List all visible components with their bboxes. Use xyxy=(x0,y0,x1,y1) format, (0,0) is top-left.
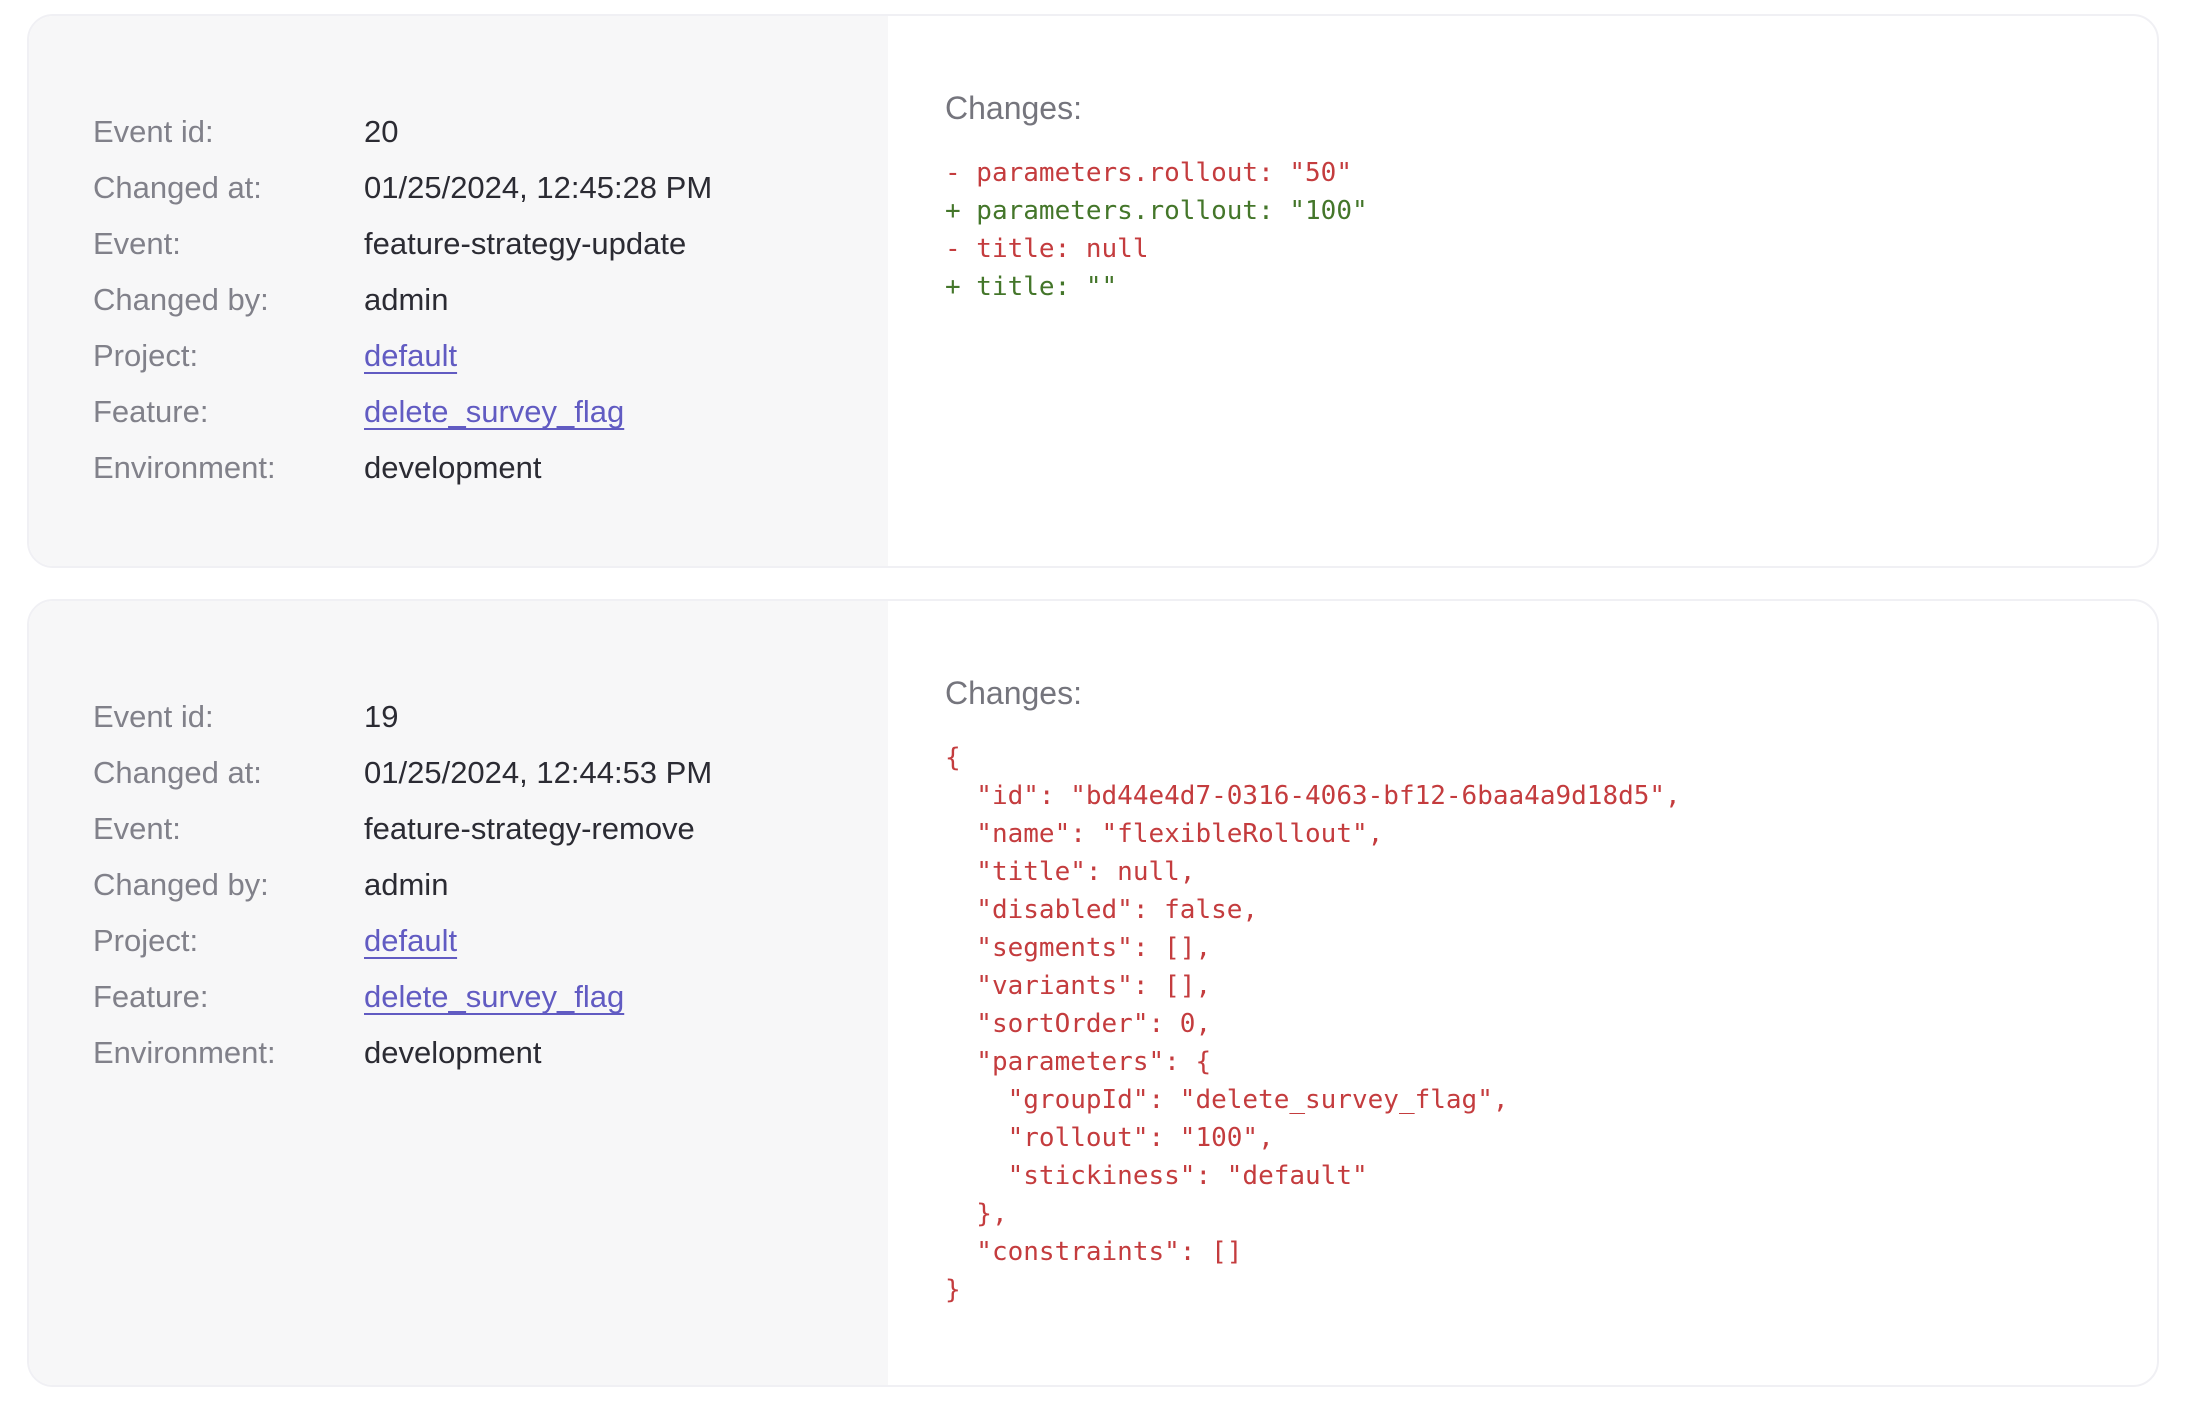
detail-value: 01/25/2024, 12:45:28 PM xyxy=(364,160,712,216)
diff-line-add: + title: "" xyxy=(945,268,2117,306)
event-card: Event id:19Changed at:01/25/2024, 12:44:… xyxy=(27,599,2159,1387)
project-link[interactable]: default xyxy=(364,328,457,384)
changes-code: { "id": "bd44e4d7-0316-4063-bf12-6baa4a9… xyxy=(945,739,2117,1309)
detail-value: development xyxy=(364,440,542,496)
detail-row: Environment:development xyxy=(93,1025,848,1081)
detail-label: Event id: xyxy=(93,689,364,745)
changes-label: Changes: xyxy=(945,86,2117,130)
detail-row: Changed by:admin xyxy=(93,272,848,328)
diff-line-sub: "rollout": "100", xyxy=(945,1119,2117,1157)
diff-line-sub: "variants": [], xyxy=(945,967,2117,1005)
detail-value: 20 xyxy=(364,104,398,160)
detail-label: Event: xyxy=(93,801,364,857)
detail-value: feature-strategy-remove xyxy=(364,801,695,857)
detail-value: feature-strategy-update xyxy=(364,216,686,272)
feature-link[interactable]: delete_survey_flag xyxy=(364,969,624,1025)
diff-line-add: + parameters.rollout: "100" xyxy=(945,192,2117,230)
detail-row: Feature:delete_survey_flag xyxy=(93,384,848,440)
diff-line-sub: "sortOrder": 0, xyxy=(945,1005,2117,1043)
detail-label: Project: xyxy=(93,328,364,384)
changes-panel: Changes: { "id": "bd44e4d7-0316-4063-bf1… xyxy=(888,601,2157,1385)
diff-line-sub: "parameters": { xyxy=(945,1043,2117,1081)
changes-label: Changes: xyxy=(945,671,2117,715)
detail-row: Changed at:01/25/2024, 12:44:53 PM xyxy=(93,745,848,801)
event-details-panel: Event id:19Changed at:01/25/2024, 12:44:… xyxy=(29,601,888,1385)
diff-line-sub: "disabled": false, xyxy=(945,891,2117,929)
detail-label: Environment: xyxy=(93,1025,364,1081)
detail-value: admin xyxy=(364,272,448,328)
diff-line-sub: "stickiness": "default" xyxy=(945,1157,2117,1195)
diff-line-sub: "segments": [], xyxy=(945,929,2117,967)
detail-label: Feature: xyxy=(93,969,364,1025)
detail-row: Project:default xyxy=(93,328,848,384)
detail-row: Changed at:01/25/2024, 12:45:28 PM xyxy=(93,160,848,216)
detail-row: Feature:delete_survey_flag xyxy=(93,969,848,1025)
detail-row: Event id:20 xyxy=(93,104,848,160)
detail-label: Changed at: xyxy=(93,745,364,801)
detail-label: Environment: xyxy=(93,440,364,496)
diff-line-sub: "constraints": [] xyxy=(945,1233,2117,1271)
feature-link[interactable]: delete_survey_flag xyxy=(364,384,624,440)
diff-line-sub: - title: null xyxy=(945,230,2117,268)
detail-label: Feature: xyxy=(93,384,364,440)
detail-value: development xyxy=(364,1025,542,1081)
diff-line-sub: "groupId": "delete_survey_flag", xyxy=(945,1081,2117,1119)
detail-value: admin xyxy=(364,857,448,913)
detail-row: Changed by:admin xyxy=(93,857,848,913)
detail-label: Event id: xyxy=(93,104,364,160)
detail-label: Event: xyxy=(93,216,364,272)
detail-row: Event:feature-strategy-update xyxy=(93,216,848,272)
detail-label: Changed by: xyxy=(93,272,364,328)
detail-value: 01/25/2024, 12:44:53 PM xyxy=(364,745,712,801)
diff-line-sub: "name": "flexibleRollout", xyxy=(945,815,2117,853)
detail-label: Project: xyxy=(93,913,364,969)
detail-row: Environment:development xyxy=(93,440,848,496)
diff-line-sub: - parameters.rollout: "50" xyxy=(945,154,2117,192)
detail-label: Changed at: xyxy=(93,160,364,216)
diff-line-sub: }, xyxy=(945,1195,2117,1233)
diff-line-sub: "id": "bd44e4d7-0316-4063-bf12-6baa4a9d1… xyxy=(945,777,2117,815)
diff-line-sub: { xyxy=(945,739,2117,777)
changes-code: - parameters.rollout: "50"+ parameters.r… xyxy=(945,154,2117,306)
detail-row: Event id:19 xyxy=(93,689,848,745)
detail-row: Project:default xyxy=(93,913,848,969)
detail-label: Changed by: xyxy=(93,857,364,913)
diff-line-sub: } xyxy=(945,1271,2117,1309)
event-card: Event id:20Changed at:01/25/2024, 12:45:… xyxy=(27,14,2159,568)
diff-line-sub: "title": null, xyxy=(945,853,2117,891)
detail-row: Event:feature-strategy-remove xyxy=(93,801,848,857)
event-details-panel: Event id:20Changed at:01/25/2024, 12:45:… xyxy=(29,16,888,566)
project-link[interactable]: default xyxy=(364,913,457,969)
detail-value: 19 xyxy=(364,689,398,745)
changes-panel: Changes: - parameters.rollout: "50"+ par… xyxy=(888,16,2157,566)
